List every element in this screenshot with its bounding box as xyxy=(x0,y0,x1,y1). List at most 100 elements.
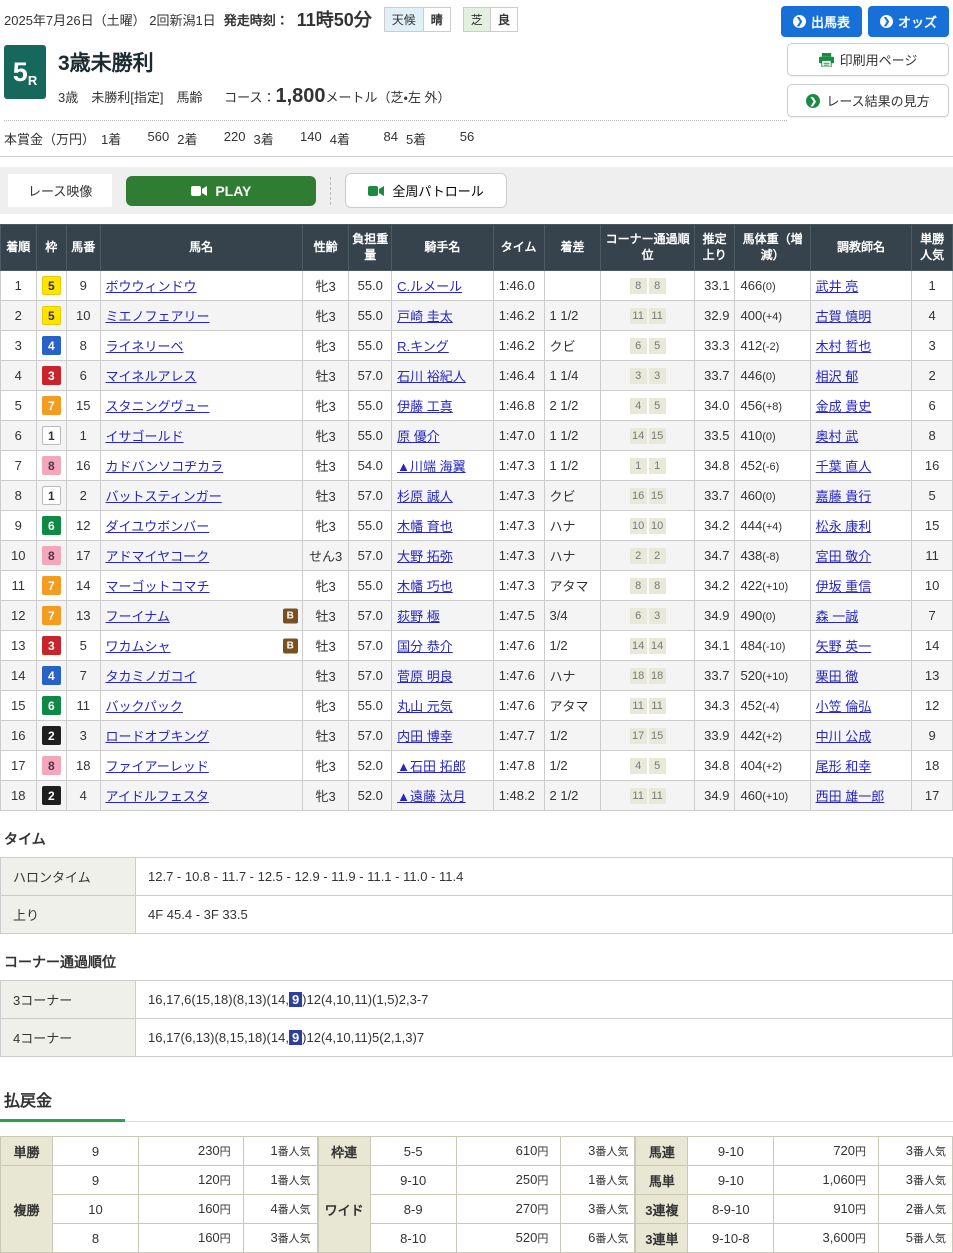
waku-cell: 8 xyxy=(35,750,68,782)
trainer-cell: 中川 公成 xyxy=(809,720,913,752)
horse-name-link[interactable]: マーゴットコマチ xyxy=(106,579,210,594)
trainer-link[interactable]: 千葉 直人 xyxy=(816,459,872,474)
horse-name-link[interactable]: ボウウィンドウ xyxy=(106,279,197,294)
horse-name-cell: バットスティンガー xyxy=(99,480,303,512)
trainer-link[interactable]: 西田 雄一郎 xyxy=(816,789,885,804)
jockey-link[interactable]: 伊藤 工真 xyxy=(397,399,453,414)
trainer-link[interactable]: 古賀 慎明 xyxy=(816,309,872,324)
margin: アタマ xyxy=(543,570,602,602)
waku-badge: 8 xyxy=(41,456,61,476)
last-3f: 32.9 xyxy=(693,300,736,332)
horse-name-link[interactable]: マイネルアレス xyxy=(106,369,197,384)
horse-name-link[interactable]: アイドルフェスタ xyxy=(106,789,209,804)
trainer-link[interactable]: 尾形 和幸 xyxy=(816,759,872,774)
jockey-link[interactable]: 石川 裕紀人 xyxy=(397,369,466,384)
jockey-link[interactable]: 内田 博幸 xyxy=(397,729,453,744)
payout-popularity: 3番人気 xyxy=(560,1136,636,1167)
horse-name-link[interactable]: タカミノガコイ xyxy=(106,669,197,684)
jockey-link[interactable]: ▲遠藤 汰月 xyxy=(397,789,465,804)
horse-name-link[interactable]: ミエノフェアリー xyxy=(106,309,210,324)
trainer-link[interactable]: 伊坂 重信 xyxy=(816,579,872,594)
patrol-video-button[interactable]: 全周パトロール xyxy=(345,173,507,208)
horse-name-link[interactable]: バックパック xyxy=(106,699,183,714)
horse-name-link[interactable]: ダイユウボンバー xyxy=(106,519,210,534)
corner-position-box: 10 xyxy=(648,518,666,535)
results-column-header: 着順 xyxy=(0,223,37,272)
horse-weight-diff: (-10) xyxy=(762,641,786,654)
payout-amount-unit: 円 xyxy=(537,1175,549,1188)
horse-weight-diff: (+2) xyxy=(762,761,783,774)
trainer-link[interactable]: 相沢 郁 xyxy=(816,369,859,384)
trainer-link[interactable]: 森 一誠 xyxy=(816,609,859,624)
time-row-label: 上り xyxy=(0,895,136,935)
corner-position-box: 1 xyxy=(648,458,666,475)
jockey-link[interactable]: 戸崎 圭太 xyxy=(397,309,453,324)
prize-value: 560 xyxy=(147,129,170,144)
horse-name-link[interactable]: ライネリーベ xyxy=(106,339,184,354)
result-row: 2 5 10 ミエノフェアリー 牝3 55.0 戸崎 圭太 1:46.2 1 1/2 11 11 32… xyxy=(0,300,953,332)
jockey-link[interactable]: ▲石田 拓郎 xyxy=(397,759,465,774)
odds-button[interactable]: オッズ xyxy=(867,6,949,37)
jockey-link[interactable]: 菅原 明良 xyxy=(397,669,453,684)
horse-name-link[interactable]: ワカムシャ xyxy=(106,639,171,654)
trainer-link[interactable]: 中川 公成 xyxy=(816,729,872,744)
result-row: 3 4 8 ライネリーベ 牝3 55.0 R.キング 1:46.2 クビ 6 5 33.3 412(-2… xyxy=(0,330,953,362)
trainer-link[interactable]: 矢野 英一 xyxy=(816,639,872,654)
corner-order-row: 4コーナー 16,17(6,13)(8,15,18)(14, 9)12(4,10,1… xyxy=(0,1018,953,1058)
horse-name-link[interactable]: フーイナム xyxy=(106,609,170,624)
corner-position-box: 14 xyxy=(648,638,666,655)
trainer-link[interactable]: 木村 哲也 xyxy=(816,339,872,354)
trainer-cell: 奥村 武 xyxy=(809,420,913,452)
horse-name-link[interactable]: ロードオブキング xyxy=(106,729,210,744)
prize-item: 2着 220 xyxy=(177,129,245,148)
result-guide-button[interactable]: レース結果の見方 xyxy=(787,84,949,117)
win-popularity: 5 xyxy=(911,480,953,512)
jockey-cell: 石川 裕紀人 xyxy=(391,360,494,392)
horse-name-link[interactable]: バットスティンガー xyxy=(106,489,222,504)
horse-name-link[interactable]: スタニングヴュー xyxy=(106,399,210,414)
carried-weight: 57.0 xyxy=(348,480,393,512)
win-popularity: 16 xyxy=(911,450,953,482)
play-button[interactable]: PLAY xyxy=(126,175,317,206)
trainer-link[interactable]: 松永 康利 xyxy=(816,519,872,534)
jockey-link[interactable]: 原 優介 xyxy=(397,429,440,444)
trainer-link[interactable]: 奥村 武 xyxy=(816,429,859,444)
win-popularity: 3 xyxy=(911,330,953,362)
jockey-link[interactable]: 丸山 元気 xyxy=(397,699,453,714)
trainer-link[interactable]: 栗田 徹 xyxy=(816,669,859,684)
horse-name-link[interactable]: ファイアーレッド xyxy=(106,759,209,774)
trainer-link[interactable]: 宮田 敬介 xyxy=(816,549,872,564)
jockey-link[interactable]: C.ルメール xyxy=(397,279,462,294)
jockey-link[interactable]: 荻野 極 xyxy=(397,609,440,624)
trainer-link[interactable]: 金成 貴史 xyxy=(816,399,872,414)
waku-cell: 5 xyxy=(35,300,68,332)
trainer-link[interactable]: 小笠 倫弘 xyxy=(816,699,872,714)
horse-number: 18 xyxy=(66,750,101,782)
chevron-circle-green-icon xyxy=(806,93,821,108)
payout-amount-unit: 円 xyxy=(537,1146,549,1159)
payout-combination: 8-9-10 xyxy=(687,1194,775,1225)
horse-name-link[interactable]: カドバンソコヂカラ xyxy=(106,459,224,474)
jockey-link[interactable]: 国分 恭介 xyxy=(397,639,453,654)
payout-amount: 270円 xyxy=(455,1194,562,1225)
horse-weight: 460(+10) xyxy=(734,780,811,812)
trainer-link[interactable]: 武井 亮 xyxy=(816,279,859,294)
jockey-link[interactable]: 大野 拓弥 xyxy=(397,549,453,564)
jockey-link[interactable]: ▲川端 海翼 xyxy=(397,459,465,474)
jockey-link[interactable]: 木幡 巧也 xyxy=(397,579,453,594)
horse-name-cell: ボウウィンドウ xyxy=(99,270,303,302)
horse-weight-diff: (+10) xyxy=(762,671,789,684)
jockey-link[interactable]: 木幡 育也 xyxy=(397,519,453,534)
trainer-link[interactable]: 嘉藤 貴行 xyxy=(816,489,872,504)
corner-position-box: 1 xyxy=(629,458,647,475)
horse-name-link[interactable]: イサゴールド xyxy=(106,429,184,444)
weather-label: 天候 xyxy=(384,7,423,31)
print-page-button[interactable]: 印刷用ページ xyxy=(787,43,949,76)
prize-value: 84 xyxy=(383,129,398,144)
corner-position-box: 8 xyxy=(648,278,666,295)
horse-name-link[interactable]: アドマイヤコーク xyxy=(106,549,210,564)
jockey-link[interactable]: 杉原 誠人 xyxy=(397,489,453,504)
corner-position-box: 14 xyxy=(629,428,647,445)
jockey-link[interactable]: R.キング xyxy=(397,339,449,354)
entries-button[interactable]: 出馬表 xyxy=(780,6,862,37)
